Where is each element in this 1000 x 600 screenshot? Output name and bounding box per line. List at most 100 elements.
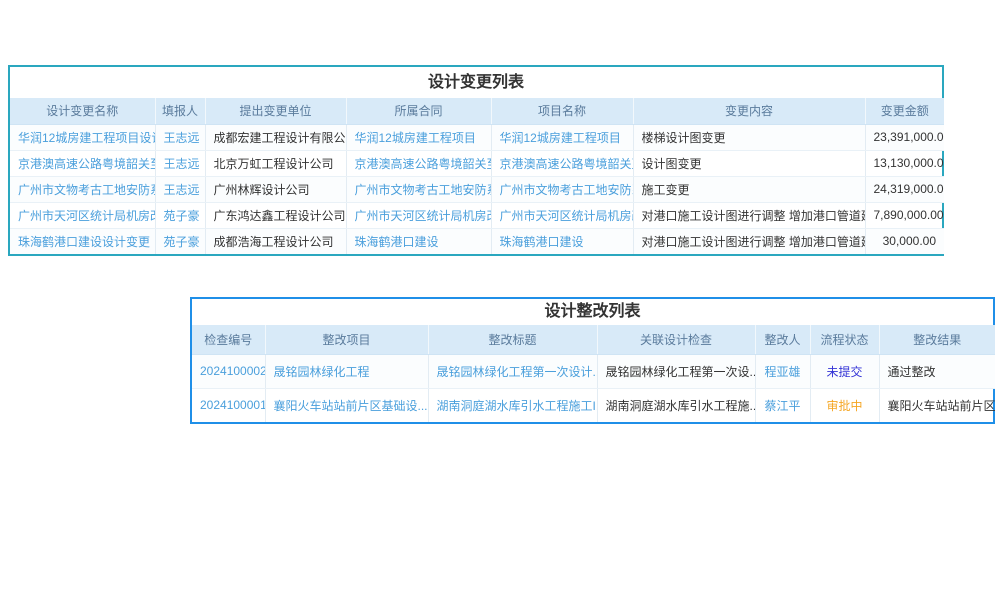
design-change-list-panel: 设计变更列表 设计变更名称填报人提出变更单位所属合同项目名称变更内容变更金额 华… [8,65,944,256]
cell-link[interactable]: 京港澳高速公路粤境韶关至... [355,157,492,171]
table-cell: 晟铭园林绿化工程第一次设... [597,354,755,388]
table-cell: 广东鸿达鑫工程设计公司 [205,202,346,228]
cell-link[interactable]: 华润12城房建工程项目 [355,131,476,145]
table-cell: 广州市文物考古工地安防系... [10,176,155,202]
cell-text: 施工变更 [642,183,690,197]
column-header: 设计变更名称 [10,98,155,124]
cell-text: 24,319,000.00 [874,182,945,196]
cell-link[interactable]: 2024100001 [200,398,265,412]
cell-text: 楼梯设计图变更 [642,131,726,145]
table-cell: 施工变更 [633,176,865,202]
cell-link[interactable]: 广州市文物考古工地安防系... [500,183,634,197]
cell-text: 襄阳火车站站前片区... [888,399,996,413]
cell-link[interactable]: 晟铭园林绿化工程 [274,365,370,379]
cell-text: 广州林辉设计公司 [214,183,310,197]
cell-link[interactable]: 程亚雄 [764,365,800,379]
column-header: 整改项目 [265,325,428,354]
design-rectification-table: 检查编号整改项目整改标题关联设计检查整改人流程状态整改结果 2024100002… [192,325,995,422]
column-header: 变更内容 [633,98,865,124]
cell-link[interactable]: 广州市天河区统计局机房改... [18,209,155,223]
table-cell: 成都浩海工程设计公司 [205,228,346,254]
table-cell: 30,000.00 [865,228,944,254]
cell-link[interactable]: 京港澳高速公路粤境韶关至... [18,157,155,171]
table-cell: 7,890,000.00 [865,202,944,228]
table-cell: 24,319,000.00 [865,176,944,202]
cell-link[interactable]: 晟铭园林绿化工程第一次设计... [437,365,598,379]
cell-text: 晟铭园林绿化工程第一次设... [606,365,756,379]
table-cell: 对港口施工设计图进行调整 增加港口管道建设工程 [633,202,865,228]
cell-link[interactable]: 华润12城房建工程项目设计... [18,131,155,145]
table-cell: 程亚雄 [755,354,810,388]
cell-text: 成都浩海工程设计公司 [214,235,334,249]
cell-link[interactable]: 王志远 [164,157,200,171]
cell-link[interactable]: 珠海鹤港口建设 [355,235,439,249]
table-row: 2024100001 襄阳火车站站前片区基础设... 湖南洞庭湖水库引水工程施工I.… [192,388,995,422]
table-cell: 13,130,000.00 [865,150,944,176]
cell-link[interactable]: 王志远 [164,183,200,197]
table-cell: 王志远 [155,150,205,176]
cell-link[interactable]: 广州市天河区统计局机房改... [355,209,492,223]
cell-link[interactable]: 襄阳火车站站前片区基础设... [274,399,428,413]
table-cell: 京港澳高速公路粤境韶关至... [491,150,633,176]
cell-link[interactable]: 珠海鹤港口建设 [500,235,584,249]
table-cell: 京港澳高速公路粤境韶关至... [346,150,491,176]
cell-text: 广东鸿达鑫工程设计公司 [214,209,346,223]
cell-link[interactable]: 广州市文物考古工地安防系... [18,183,155,197]
column-header: 变更金额 [865,98,944,124]
table-cell: 华润12城房建工程项目 [346,124,491,150]
table-row: 2024100002 晟铭园林绿化工程 晟铭园林绿化工程第一次设计... 晟铭园林绿化… [192,354,995,388]
table-cell: 苑子豪 [155,202,205,228]
table-cell: 湖南洞庭湖水库引水工程施工I... [428,388,597,422]
table-cell: 审批中 [810,388,879,422]
table-title: 设计变更列表 [10,67,942,98]
table-cell: 通过整改 [879,354,995,388]
cell-link[interactable]: 珠海鹤港口建设设计变更 [18,235,150,249]
table-cell: 襄阳火车站站前片区基础设... [265,388,428,422]
cell-link[interactable]: 广州市文物考古工地安防系... [355,183,492,197]
cell-text: 23,391,000.00 [874,130,945,144]
table-cell: 珠海鹤港口建设设计变更 [10,228,155,254]
table-cell: 未提交 [810,354,879,388]
table-cell: 北京万虹工程设计公司 [205,150,346,176]
cell-link[interactable]: 京港澳高速公路粤境韶关至... [500,157,634,171]
table-cell: 京港澳高速公路粤境韶关至... [10,150,155,176]
table-cell: 广州市天河区统计局机房改... [10,202,155,228]
column-header: 整改人 [755,325,810,354]
cell-link[interactable]: 湖南洞庭湖水库引水工程施工I... [437,399,598,413]
table-cell: 23,391,000.00 [865,124,944,150]
cell-link[interactable]: 苑子豪 [164,209,200,223]
column-header: 整改标题 [428,325,597,354]
cell-text: 对港口施工设计图进行调整 增加港口管道建设工程 [642,235,866,249]
design-change-table: 设计变更名称填报人提出变更单位所属合同项目名称变更内容变更金额 华润12城房建工… [10,98,944,254]
cell-text: 30,000.00 [883,234,936,248]
table-cell: 广州林辉设计公司 [205,176,346,202]
column-header: 项目名称 [491,98,633,124]
table-cell: 珠海鹤港口建设 [491,228,633,254]
table-cell: 晟铭园林绿化工程 [265,354,428,388]
table-cell: 珠海鹤港口建设 [346,228,491,254]
table-cell: 成都宏建工程设计有限公司 [205,124,346,150]
column-header: 填报人 [155,98,205,124]
cell-text: 北京万虹工程设计公司 [214,157,334,171]
cell-link[interactable]: 华润12城房建工程项目 [500,131,621,145]
table-row: 广州市文物考古工地安防系... 王志远广州林辉设计公司 广州市文物考古工地安防系..… [10,176,944,202]
table-cell: 华润12城房建工程项目 [491,124,633,150]
cell-link[interactable]: 王志远 [164,131,200,145]
cell-link[interactable]: 苑子豪 [164,235,200,249]
table-cell: 广州市文物考古工地安防系... [491,176,633,202]
table-header-row: 检查编号整改项目整改标题关联设计检查整改人流程状态整改结果 [192,325,995,354]
table-cell: 苑子豪 [155,228,205,254]
cell-text: 湖南洞庭湖水库引水工程施... [606,399,756,413]
cell-text: 7,890,000.00 [874,208,944,222]
cell-link[interactable]: 蔡江平 [764,399,800,413]
table-cell: 楼梯设计图变更 [633,124,865,150]
table-cell: 华润12城房建工程项目设计... [10,124,155,150]
table-cell: 王志远 [155,176,205,202]
cell-link[interactable]: 2024100002 [200,364,265,378]
cell-link[interactable]: 广州市天河区统计局机房改... [500,209,634,223]
table-title: 设计整改列表 [192,299,993,325]
column-header: 整改结果 [879,325,995,354]
table-cell: 蔡江平 [755,388,810,422]
table-row: 珠海鹤港口建设设计变更苑子豪成都浩海工程设计公司 珠海鹤港口建设 珠海鹤港口建设 对港… [10,228,944,254]
cell-text: 通过整改 [888,365,936,379]
